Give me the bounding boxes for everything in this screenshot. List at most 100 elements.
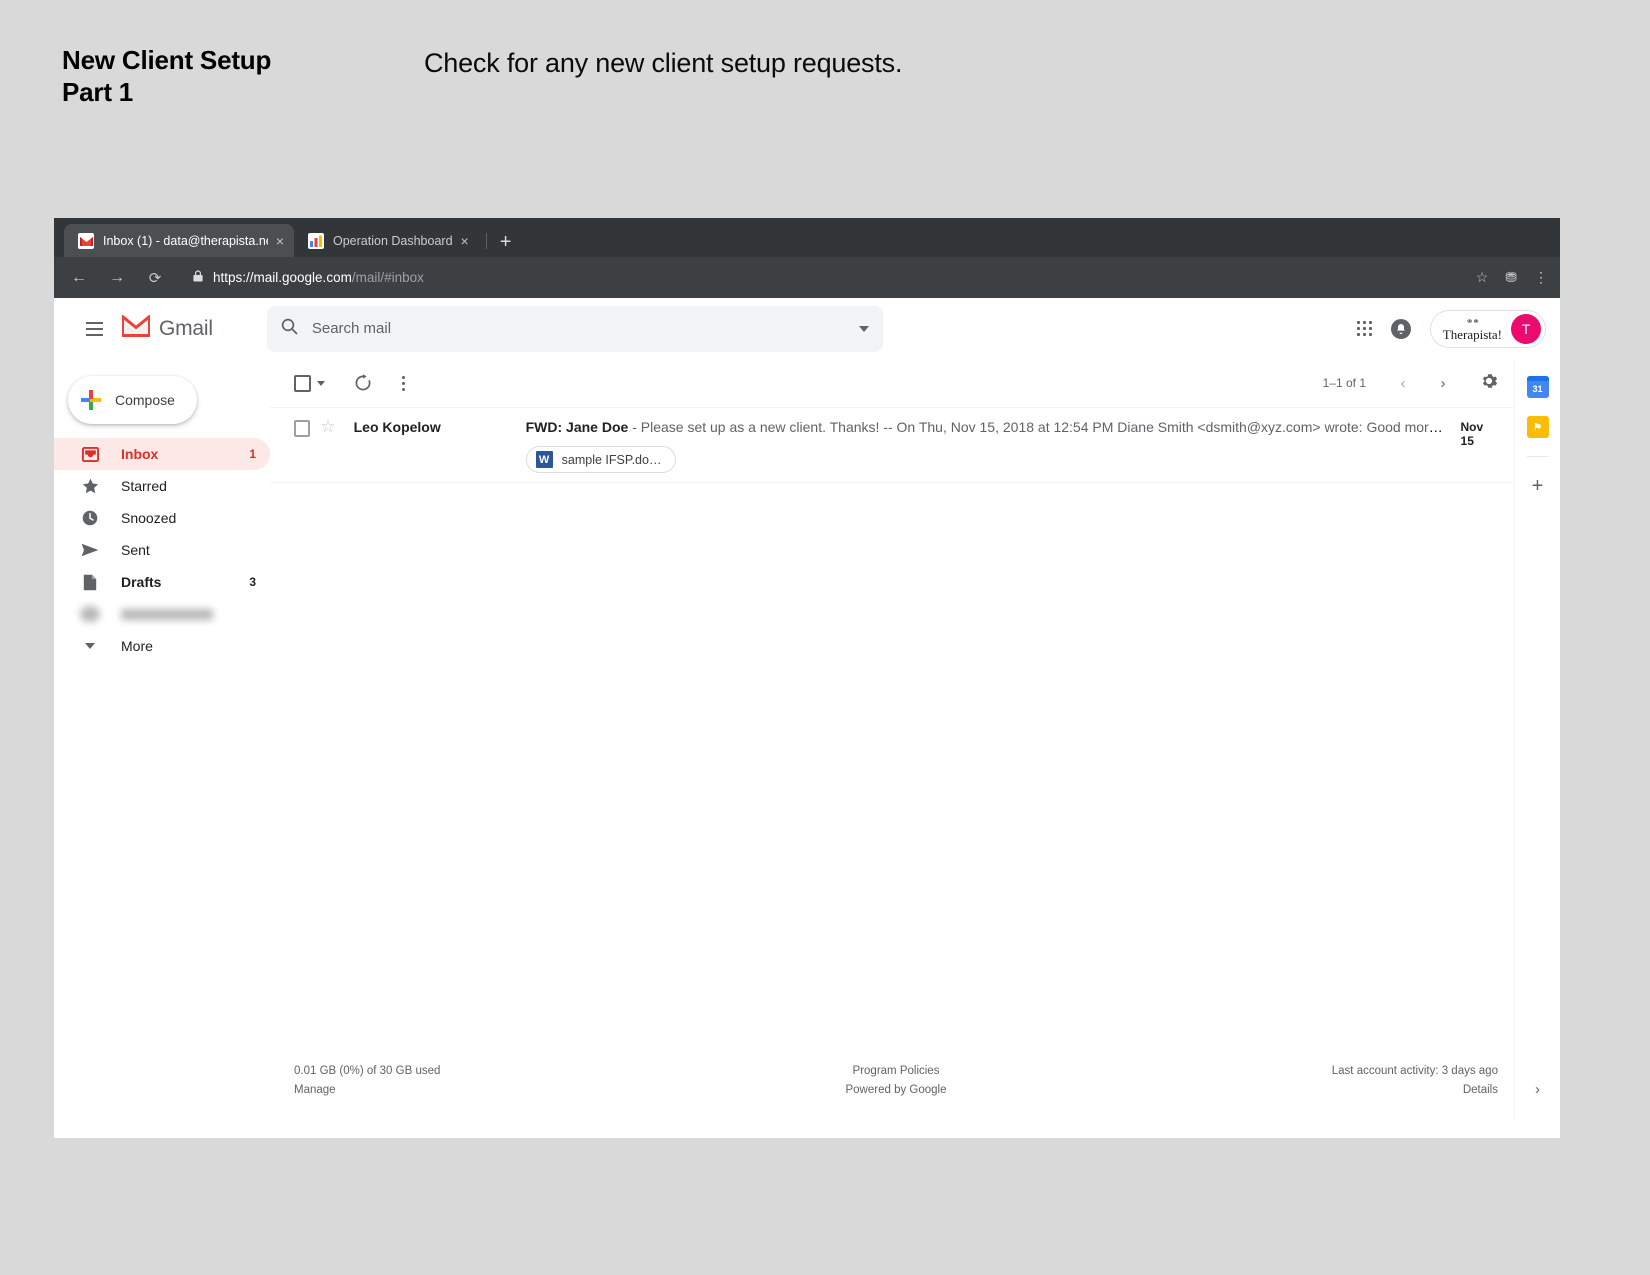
search-icon bbox=[281, 318, 298, 340]
sidebar-item-count: 3 bbox=[249, 575, 256, 589]
apps-grid-icon[interactable] bbox=[1356, 321, 1372, 336]
message-subject-line: FWD: Jane Doe - Please set up as a new c… bbox=[526, 419, 1447, 435]
sidebar-item-redacted[interactable] bbox=[54, 598, 270, 630]
compose-plus-icon bbox=[81, 390, 101, 410]
footer-policy-group: Program Policies Powered by Google bbox=[695, 1065, 1096, 1096]
table-row[interactable]: ☆ Leo Kopelow FWD: Jane Doe - Please set… bbox=[270, 408, 1514, 483]
sidebar-item-drafts[interactable]: Drafts 3 bbox=[54, 566, 270, 598]
sidebar-item-starred[interactable]: Starred bbox=[54, 470, 270, 502]
refresh-button[interactable] bbox=[343, 363, 383, 403]
sidebar: Compose Inbox 1 Starred Snoozed Sent Dra… bbox=[54, 360, 270, 1118]
manage-storage-link[interactable]: Manage bbox=[294, 1084, 336, 1096]
main-menu-icon[interactable] bbox=[72, 307, 116, 351]
gmail-favicon-icon bbox=[78, 232, 94, 249]
pagination: 1–1 of 1 ‹ › bbox=[1323, 366, 1498, 400]
message-content: FWD: Jane Doe - Please set up as a new c… bbox=[525, 417, 1447, 473]
browser-tab-dashboard[interactable]: Operation Dashboard × bbox=[294, 224, 479, 257]
rail-divider bbox=[1526, 456, 1549, 457]
avatar[interactable]: T bbox=[1511, 313, 1541, 344]
page-title: New Client Setup Part 1 bbox=[62, 45, 272, 107]
dashboard-favicon-icon bbox=[308, 232, 324, 249]
browser-tab-strip: Inbox (1) - data@therapista.net × Operat… bbox=[54, 218, 1560, 257]
list-toolbar: 1–1 of 1 ‹ › bbox=[270, 360, 1514, 407]
overflow-menu-icon bbox=[401, 375, 405, 391]
clock-icon bbox=[80, 510, 100, 526]
gmail-header-actions: ⚭⚭ Therapista! T bbox=[1356, 309, 1560, 348]
gmail-logo[interactable]: Gmail bbox=[121, 313, 213, 342]
lock-icon bbox=[193, 270, 203, 285]
prev-page-button[interactable]: ‹ bbox=[1386, 366, 1420, 400]
addon-rail: 31 ⚑ + › bbox=[1514, 360, 1560, 1118]
draft-icon bbox=[80, 574, 100, 591]
gear-icon[interactable] bbox=[1480, 372, 1498, 395]
instruction-text: Check for any new client setup requests. bbox=[424, 48, 903, 78]
profile-icon[interactable]: ⛃ bbox=[1505, 269, 1517, 286]
inbox-icon bbox=[80, 446, 100, 462]
brand-word: Therapista! bbox=[1442, 326, 1502, 342]
gmail-m-icon bbox=[121, 313, 151, 342]
url-path: /mail/#inbox bbox=[351, 270, 424, 285]
account-brand-badge[interactable]: ⚭⚭ Therapista! T bbox=[1429, 309, 1546, 348]
close-icon[interactable]: × bbox=[461, 234, 469, 248]
add-addon-button[interactable]: + bbox=[1532, 475, 1544, 498]
select-all-chevron-down-icon[interactable] bbox=[317, 380, 325, 386]
browser-window: Inbox (1) - data@therapista.net × Operat… bbox=[54, 218, 1560, 1138]
sidebar-item-sent[interactable]: Sent bbox=[54, 534, 270, 566]
url-host: https://mail.google.com bbox=[213, 270, 352, 285]
search-placeholder: Search mail bbox=[311, 320, 392, 337]
logo-glyph-icon: ⚭⚭ bbox=[1465, 315, 1480, 326]
redacted-label bbox=[121, 608, 213, 620]
keep-icon[interactable]: ⚑ bbox=[1526, 416, 1549, 438]
sidebar-item-more[interactable]: More bbox=[54, 630, 270, 662]
sidebar-item-inbox[interactable]: Inbox 1 bbox=[54, 438, 270, 470]
calendar-icon[interactable]: 31 bbox=[1526, 376, 1549, 398]
expand-rail-button[interactable]: › bbox=[1535, 1081, 1540, 1098]
search-input[interactable]: Search mail bbox=[266, 305, 883, 352]
compose-button[interactable]: Compose bbox=[68, 376, 197, 424]
browser-menu-icon[interactable]: ⋮ bbox=[1534, 269, 1548, 286]
gmail-body: Compose Inbox 1 Starred Snoozed Sent Dra… bbox=[54, 360, 1560, 1118]
tab-divider bbox=[485, 233, 487, 249]
calendar-day-number: 31 bbox=[1532, 383, 1543, 394]
powered-by-google-label: Powered by Google bbox=[845, 1084, 947, 1096]
more-options-button[interactable] bbox=[383, 363, 423, 403]
next-page-button[interactable]: › bbox=[1426, 366, 1460, 400]
activity-details-link[interactable]: Details bbox=[1463, 1084, 1498, 1096]
sidebar-item-label: Inbox bbox=[121, 446, 159, 462]
therapista-logo: ⚭⚭ Therapista! bbox=[1442, 315, 1502, 342]
bookmark-star-icon[interactable]: ☆ bbox=[1476, 269, 1489, 286]
attachment-chip[interactable]: W sample IFSP.do… bbox=[525, 446, 677, 473]
compose-label: Compose bbox=[115, 392, 175, 408]
sidebar-item-label: Starred bbox=[121, 478, 167, 494]
star-icon[interactable]: ☆ bbox=[320, 418, 335, 435]
last-activity-label: Last account activity: 3 days ago bbox=[1331, 1065, 1498, 1077]
forward-button[interactable]: → bbox=[104, 265, 130, 291]
back-button[interactable]: ← bbox=[66, 265, 92, 291]
browser-tab-title: Inbox (1) - data@therapista.net bbox=[103, 233, 268, 248]
row-select-checkbox[interactable] bbox=[294, 420, 311, 437]
gmail-footer: 0.01 GB (0%) of 30 GB used Manage Progra… bbox=[270, 1065, 1514, 1118]
browser-tab-gmail[interactable]: Inbox (1) - data@therapista.net × bbox=[64, 224, 294, 257]
address-bar[interactable]: https://mail.google.com/mail/#inbox bbox=[180, 264, 1464, 291]
bell-icon[interactable] bbox=[1390, 318, 1411, 339]
sidebar-item-label: More bbox=[121, 638, 153, 654]
browser-toolbar: ← → ⟳ https://mail.google.com/mail/#inbo… bbox=[54, 257, 1560, 298]
select-all-checkbox[interactable] bbox=[294, 374, 311, 392]
message-snippet: - Please set up as a new client. Thanks!… bbox=[628, 419, 1447, 435]
message-date: Nov 15 bbox=[1460, 420, 1484, 448]
word-document-icon: W bbox=[535, 451, 553, 468]
reload-button[interactable]: ⟳ bbox=[142, 265, 168, 291]
browser-toolbar-actions: ☆ ⛃ ⋮ bbox=[1464, 269, 1548, 286]
search-options-chevron-down-icon[interactable] bbox=[858, 325, 869, 332]
program-policies-link[interactable]: Program Policies bbox=[853, 1065, 940, 1077]
sidebar-item-count: 1 bbox=[249, 447, 256, 461]
sidebar-item-snoozed[interactable]: Snoozed bbox=[54, 502, 270, 534]
star-icon bbox=[80, 478, 100, 494]
sidebar-item-label: Drafts bbox=[121, 574, 162, 590]
new-tab-button[interactable]: + bbox=[500, 232, 512, 252]
message-sender: Leo Kopelow bbox=[353, 419, 441, 435]
storage-usage-label: 0.01 GB (0%) of 30 GB used bbox=[294, 1065, 441, 1077]
footer-activity-group: Last account activity: 3 days ago Detail… bbox=[1097, 1065, 1498, 1096]
close-icon[interactable]: × bbox=[276, 234, 284, 248]
gmail-wordmark: Gmail bbox=[159, 316, 213, 340]
